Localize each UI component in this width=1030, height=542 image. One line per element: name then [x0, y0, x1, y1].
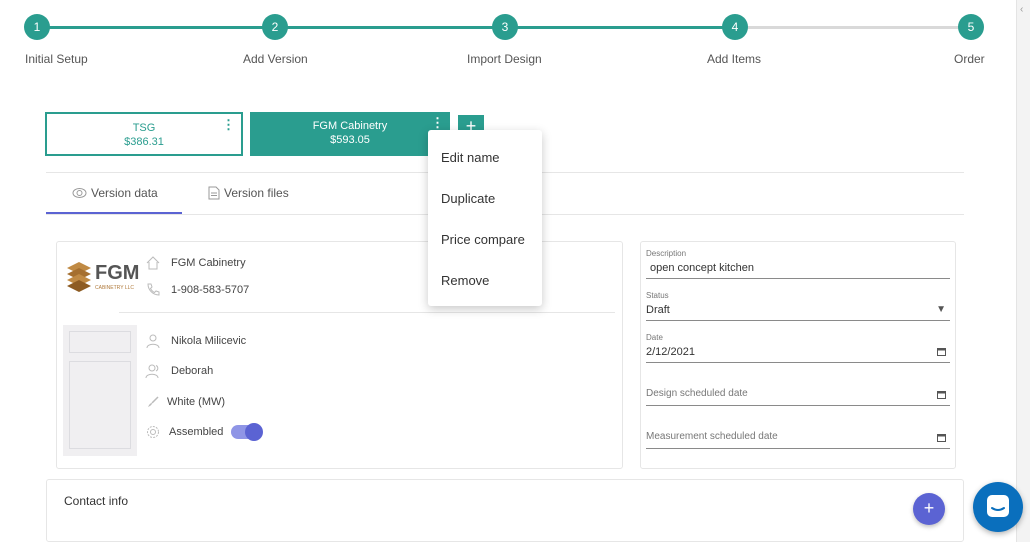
- side-panel-collapse[interactable]: ‹: [1016, 0, 1030, 542]
- finish-row: White (MW): [145, 394, 225, 410]
- status-select[interactable]: Status Draft ▼: [646, 291, 950, 321]
- step-2-circle[interactable]: 2: [262, 14, 288, 40]
- calendar-icon[interactable]: [937, 347, 946, 356]
- finish-name: White (MW): [167, 396, 226, 408]
- kebab-menu-icon[interactable]: ⋮: [222, 118, 235, 131]
- description-label: Description: [646, 249, 687, 258]
- calendar-icon[interactable]: [937, 433, 946, 442]
- version-name: FGM Cabinetry: [312, 120, 388, 132]
- customer-row: Deborah: [145, 363, 213, 379]
- panel-divider: [119, 312, 615, 313]
- vendor-name-row: FGM Cabinetry: [145, 255, 246, 271]
- vendor-phone-row: 1-908-583-5707: [145, 282, 249, 298]
- caret-down-icon[interactable]: ▼: [936, 304, 946, 315]
- step-4-label: Add Items: [707, 52, 762, 66]
- menu-item-price-compare[interactable]: Price compare: [441, 232, 525, 247]
- chevron-left-icon[interactable]: ‹: [1020, 4, 1023, 15]
- step-3-circle[interactable]: 3: [492, 14, 518, 40]
- status-value[interactable]: Draft: [646, 304, 950, 320]
- version-card-fgm-cabinetry[interactable]: FGM Cabinetry $593.05 ⋮: [250, 112, 450, 156]
- menu-item-remove[interactable]: Remove: [441, 273, 489, 288]
- door-main-panel: [69, 361, 131, 449]
- document-icon: [208, 186, 220, 200]
- gear-icon: [147, 426, 159, 438]
- vendor-phone: 1-908-583-5707: [171, 284, 250, 296]
- version-price: $593.05: [330, 134, 370, 146]
- version-form-panel: Description open concept kitchen Status …: [640, 241, 956, 469]
- date-field[interactable]: Date 2/12/2021: [646, 333, 950, 363]
- date-label: Date: [646, 333, 663, 342]
- description-input[interactable]: open concept kitchen: [646, 262, 950, 278]
- logo-text: FGM: [95, 262, 140, 284]
- measurement-scheduled-date-field[interactable]: Measurement scheduled date: [646, 431, 950, 449]
- vendor-name: FGM Cabinetry: [171, 257, 246, 269]
- assembled-label: Assembled: [169, 426, 224, 438]
- status-label: Status: [646, 291, 669, 300]
- calendar-icon[interactable]: [937, 390, 946, 399]
- tab-version-files[interactable]: Version files: [208, 186, 289, 200]
- cabinet-door-image: [63, 325, 137, 456]
- toggle-knob[interactable]: [245, 423, 264, 441]
- measurement-date-input[interactable]: Measurement scheduled date: [646, 431, 950, 448]
- add-contact-button[interactable]: +: [913, 493, 945, 525]
- customer-name: Deborah: [171, 365, 214, 377]
- design-scheduled-date-field[interactable]: Design scheduled date: [646, 388, 950, 406]
- progress-stepper: 1 2 3 4 5 Initial Setup Add Version Impo…: [0, 0, 1015, 80]
- chat-support-button[interactable]: [973, 482, 1023, 532]
- step-5-label: Order: [954, 52, 985, 66]
- coins-icon: [72, 188, 87, 198]
- contact-info-title: Contact info: [64, 494, 129, 508]
- version-name: TSG: [132, 122, 156, 134]
- menu-item-edit-name[interactable]: Edit name: [441, 150, 500, 165]
- contact-person-row: Nikola Milicevic: [145, 333, 246, 349]
- description-field[interactable]: Description open concept kitchen: [646, 249, 950, 279]
- stepper-remaining-line: [735, 26, 971, 29]
- step-5-circle[interactable]: 5: [958, 14, 984, 40]
- fgm-logo-icon: [67, 262, 91, 292]
- tab-label: Version data: [91, 186, 158, 200]
- kebab-menu-icon[interactable]: ⋮: [431, 116, 444, 129]
- user-icon: [146, 334, 160, 349]
- date-input[interactable]: 2/12/2021: [646, 346, 950, 362]
- step-1-circle[interactable]: 1: [24, 14, 50, 40]
- step-2-label: Add Version: [243, 52, 308, 66]
- door-top-panel: [69, 331, 131, 353]
- paint-brush-icon: [148, 396, 159, 407]
- step-3-label: Import Design: [467, 52, 542, 66]
- version-price: $386.31: [124, 136, 164, 148]
- tab-version-data[interactable]: Version data: [72, 186, 158, 200]
- logo-tagline: CABINETRY LLC: [95, 285, 134, 291]
- design-date-input[interactable]: Design scheduled date: [646, 388, 950, 405]
- stepper-progress-line: [37, 26, 735, 29]
- vendor-logo: FGM CABINETRY LLC: [65, 258, 139, 294]
- tab-label: Version files: [224, 186, 289, 200]
- version-options-menu: Edit name Duplicate Price compare Remove: [428, 130, 542, 306]
- chat-icon[interactable]: [973, 482, 1023, 532]
- assembled-row: Assembled: [145, 423, 264, 441]
- menu-item-duplicate[interactable]: Duplicate: [441, 191, 495, 206]
- contact-person: Nikola Milicevic: [171, 335, 247, 347]
- home-icon: [146, 256, 160, 270]
- contact-info-panel: Contact info: [46, 479, 964, 542]
- phone-icon: [147, 283, 160, 296]
- users-icon: [145, 364, 159, 379]
- step-1-label: Initial Setup: [25, 52, 88, 66]
- assembled-toggle[interactable]: [231, 423, 264, 441]
- version-card-tsg[interactable]: TSG $386.31 ⋮: [45, 112, 243, 156]
- step-4-circle[interactable]: 4: [722, 14, 748, 40]
